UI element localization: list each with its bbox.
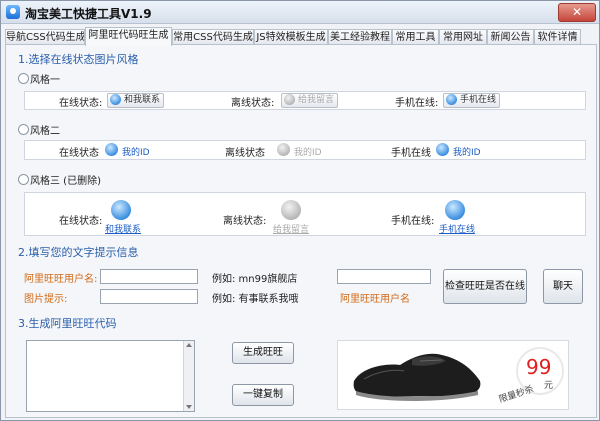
style1-mobile-pill-text: 手机在线	[460, 95, 497, 105]
copy-button[interactable]: 一键复制	[232, 384, 294, 406]
check-online-button[interactable]: 检查旺旺是否在线	[443, 269, 527, 304]
price-value: 99	[526, 355, 552, 379]
wangwang-mobile-icon	[436, 143, 449, 156]
section2-title: 2.填写您的文字提示信息	[18, 246, 139, 259]
username-label: 阿里旺旺用户名:	[24, 274, 98, 285]
style1-preview-box: 在线状态: 和我联系 离线状态: 给我留言 手机在线: 手机在线	[24, 91, 586, 110]
generate-button[interactable]: 生成旺旺	[232, 342, 294, 364]
style1-offline-pill[interactable]: 给我留言	[281, 93, 339, 108]
code-output-textarea[interactable]	[26, 340, 195, 412]
style3-label: 风格三 (已删除)	[30, 176, 101, 187]
hint-label: 图片提示:	[24, 294, 68, 305]
tab-tutorials[interactable]: 美工经验教程	[328, 29, 392, 45]
check-username-caption: 阿里旺旺用户名	[340, 294, 410, 305]
hint-example: 例如: 有事联系我哦	[212, 294, 299, 305]
style2-offline-label: 离线状态	[225, 148, 265, 159]
close-button[interactable]: ✕	[558, 3, 596, 22]
style1-mobile-pill[interactable]: 手机在线	[443, 93, 501, 108]
style1-online-label: 在线状态:	[59, 98, 103, 109]
style3-preview-box: 在线状态: 和我联系 离线状态: 给我留言 手机在线: 手机在线	[24, 192, 586, 236]
username-input[interactable]	[100, 269, 198, 284]
scroll-down-icon[interactable]	[186, 405, 192, 409]
style2-radio[interactable]	[18, 124, 29, 135]
hint-input[interactable]	[100, 289, 198, 304]
price-unit: 元	[544, 381, 554, 391]
title-bar: 淘宝美工快捷工具V1.9 ✕	[1, 1, 599, 24]
tab-aliwangwang[interactable]: 阿里旺代码旺生成	[85, 27, 172, 46]
tab-common-css[interactable]: 常用CSS代码生成	[172, 29, 254, 45]
tab-news[interactable]: 新闻公告	[487, 29, 534, 45]
tab-urls[interactable]: 常用网址	[439, 29, 487, 45]
wangwang-online-icon	[105, 143, 118, 156]
wangwang-offline-icon	[284, 94, 295, 105]
wangwang-online-icon	[111, 200, 131, 220]
wangwang-offline-icon	[277, 143, 290, 156]
style2-mobile-label: 手机在线	[391, 148, 431, 159]
tab-bar: 导航CSS代码生成 阿里旺代码旺生成 常用CSS代码生成 JS特效模板生成 美工…	[5, 27, 595, 46]
tab-nav-css[interactable]: 导航CSS代码生成	[5, 29, 85, 45]
textarea-scrollbar[interactable]	[183, 341, 194, 411]
style3-mobile-link[interactable]: 手机在线	[439, 222, 475, 235]
style2-online-id[interactable]: 我的ID	[122, 145, 150, 158]
style2-label: 风格二	[30, 126, 60, 137]
style1-online-pill-text: 和我联系	[124, 95, 161, 105]
style2-offline-id[interactable]: 我的ID	[294, 145, 322, 158]
style1-mobile-label: 手机在线:	[395, 98, 439, 109]
section3-title: 3.生成阿里旺旺代码	[18, 317, 117, 330]
wangwang-mobile-icon	[446, 94, 457, 105]
app-logo-icon	[6, 5, 20, 19]
chat-button[interactable]: 聊天	[543, 269, 583, 304]
style1-online-pill[interactable]: 和我联系	[107, 93, 165, 108]
promo-text: 限量秒杀	[497, 384, 536, 406]
style2-mobile-id[interactable]: 我的ID	[453, 145, 481, 158]
content-panel: 1.选择在线状态图片风格 风格一 在线状态: 和我联系 离线状态: 给我留言 手…	[5, 44, 597, 418]
style3-offline-label: 离线状态:	[223, 216, 267, 227]
style1-label: 风格一	[30, 75, 60, 86]
tab-about[interactable]: 软件详情	[534, 29, 581, 45]
check-username-input[interactable]	[337, 269, 431, 284]
style2-online-label: 在线状态	[59, 148, 99, 159]
promo-banner: 99 元 限量秒杀	[337, 340, 569, 410]
style2-preview-box: 在线状态 我的ID 离线状态 我的ID 手机在线 我的ID	[24, 140, 586, 160]
style1-offline-label: 离线状态:	[231, 98, 275, 109]
style3-offline-link[interactable]: 给我留言	[273, 222, 309, 235]
window-title: 淘宝美工快捷工具V1.9	[25, 7, 152, 21]
shoe-image	[353, 353, 481, 401]
app-window: 淘宝美工快捷工具V1.9 ✕ 导航CSS代码生成 阿里旺代码旺生成 常用CSS代…	[0, 0, 600, 421]
style1-radio[interactable]	[18, 73, 29, 84]
wangwang-online-icon	[110, 94, 121, 105]
style3-online-label: 在线状态:	[59, 216, 103, 227]
style1-offline-pill-text: 给我留言	[298, 95, 335, 105]
section1-title: 1.选择在线状态图片风格	[18, 53, 139, 66]
wangwang-mobile-icon	[445, 200, 465, 220]
wangwang-offline-icon	[281, 200, 301, 220]
style3-online-link[interactable]: 和我联系	[105, 222, 141, 235]
style3-mobile-label: 手机在线:	[391, 216, 435, 227]
tab-js-effects[interactable]: JS特效模板生成	[254, 29, 328, 45]
tab-tools[interactable]: 常用工具	[392, 29, 439, 45]
scroll-up-icon[interactable]	[186, 343, 192, 347]
style3-radio[interactable]	[18, 174, 29, 185]
username-example: 例如: mn99旗舰店	[212, 274, 298, 285]
